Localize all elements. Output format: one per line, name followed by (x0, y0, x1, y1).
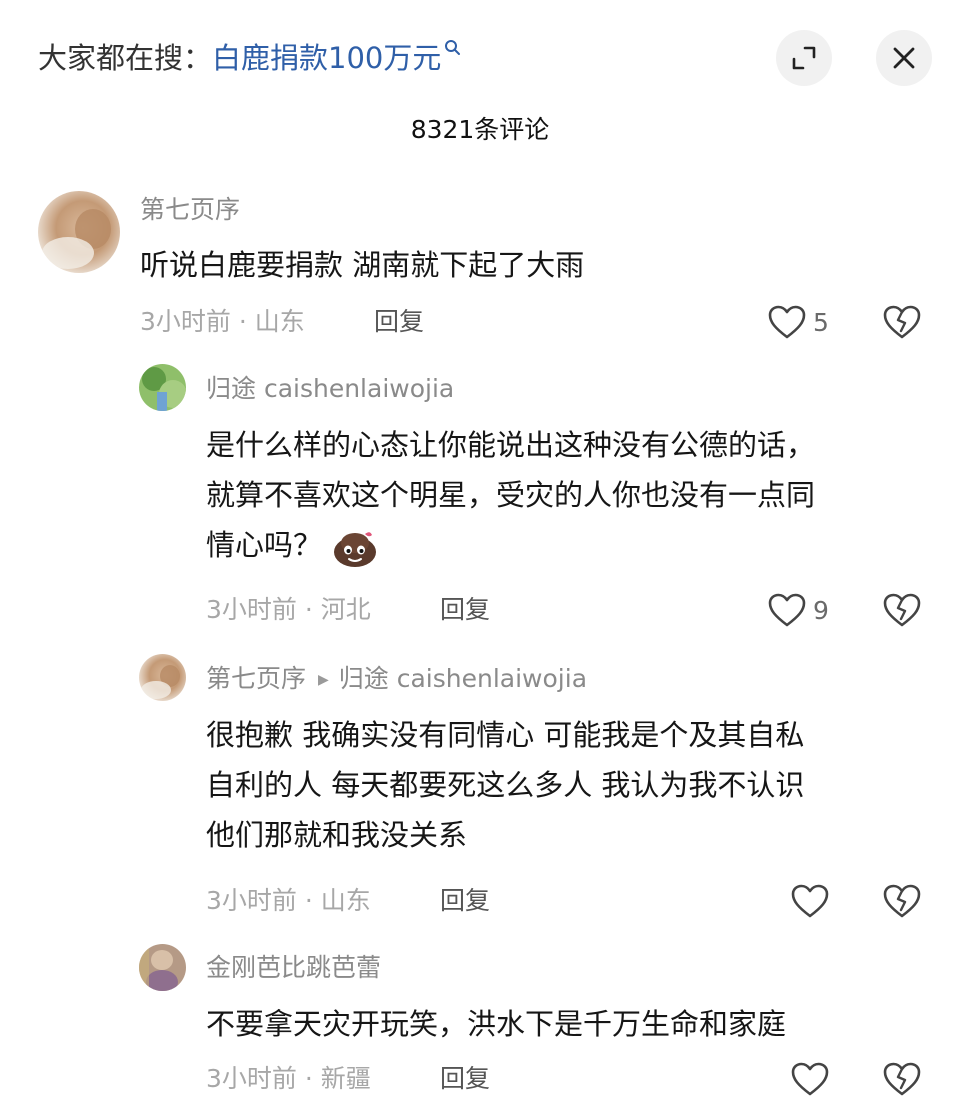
avatar[interactable] (139, 944, 186, 991)
avatar-image (139, 944, 186, 991)
comment-text-line: 他们那就和我没关系 (206, 818, 468, 852)
comment-time-location: 3小时前 · 新疆 (206, 1064, 371, 1093)
comment-text: 是什么样的心态让你能说出这种没有公德的话， 就算不喜欢这个明星，受灾的人你也没有… (206, 420, 815, 570)
search-icon (445, 40, 461, 55)
heart-icon (768, 593, 806, 627)
comment-author[interactable]: 金刚芭比跳芭蕾 (206, 950, 381, 986)
comment-count: 8321条评论 (410, 115, 550, 144)
comment-time-location: 3小时前 · 山东 (206, 886, 371, 915)
heart-icon (768, 305, 806, 339)
trending-search-prefix: 大家都在搜： (38, 41, 213, 75)
like-count: 9 (813, 595, 829, 625)
avatar-image (38, 191, 120, 273)
broken-heart-icon[interactable] (882, 302, 922, 342)
comment-time-location: 3小时前 · 山东 (140, 307, 305, 336)
comment-text-line-with-emoji: 情心吗？ (206, 520, 815, 570)
avatar[interactable] (139, 654, 186, 701)
comment-text-line: 是什么样的心态让你能说出这种没有公德的话， (206, 428, 816, 462)
broken-heart-icon[interactable] (882, 590, 922, 630)
close-icon (893, 47, 915, 69)
comment-text-line: 就算不喜欢这个明星，受灾的人你也没有一点同 (206, 478, 816, 512)
reply-button[interactable]: 回复 (440, 883, 490, 919)
comment-text-line: 很抱歉 我确实没有同情心 可能我是个及其自私 (206, 718, 805, 752)
broken-heart-icon[interactable] (882, 1059, 922, 1099)
like-button[interactable]: 9 (767, 590, 829, 630)
comment-text: 很抱歉 我确实没有同情心 可能我是个及其自私 自利的人 每天都要死这么多人 我认… (206, 710, 804, 860)
avatar[interactable] (139, 364, 186, 411)
reply-button[interactable]: 回复 (440, 592, 490, 628)
reply-to-author[interactable]: 归途 caishenlaiwojia (339, 664, 587, 693)
comment-text: 不要拿天灾开玩笑，洪水下是千万生命和家庭 (206, 1007, 787, 1041)
collapse-icon (792, 46, 816, 70)
reply-button[interactable]: 回复 (374, 304, 424, 340)
trending-search-term[interactable]: 白鹿捐款100万元 (212, 41, 441, 75)
comment-text-line: 自利的人 每天都要死这么多人 我认为我不认识 (206, 768, 805, 802)
avatar-image (139, 364, 186, 411)
poop-face-emoji (334, 532, 377, 567)
close-button[interactable] (876, 30, 932, 86)
like-button[interactable] (790, 1059, 830, 1099)
comment-text-line: 情心吗？ (206, 528, 323, 562)
like-count: 5 (813, 307, 829, 337)
collapse-button[interactable] (776, 30, 832, 86)
reply-button[interactable]: 回复 (440, 1061, 490, 1097)
like-button[interactable] (790, 881, 830, 921)
comment-author[interactable]: 第七页序 (140, 192, 240, 228)
comment-time-location: 3小时前 · 河北 (206, 595, 371, 624)
comment-author[interactable]: 归途 caishenlaiwojia (206, 371, 454, 407)
comment-text: 听说白鹿要捐款 湖南就下起了大雨 (140, 248, 585, 282)
comment-author[interactable]: 第七页序 (206, 664, 306, 693)
trending-search[interactable]: 大家都在搜：白鹿捐款100万元 (38, 36, 465, 80)
avatar-image (139, 654, 186, 701)
comment-author-line: 第七页序 ▶ 归途 caishenlaiwojia (206, 661, 587, 698)
heart-icon (791, 884, 829, 918)
reply-arrow-icon: ▶ (318, 672, 329, 688)
avatar[interactable] (38, 191, 120, 273)
broken-heart-icon[interactable] (882, 881, 922, 921)
like-button[interactable]: 5 (767, 302, 829, 342)
top-bar: 大家都在搜：白鹿捐款100万元 8321条评论 (0, 0, 960, 144)
heart-icon (791, 1062, 829, 1096)
